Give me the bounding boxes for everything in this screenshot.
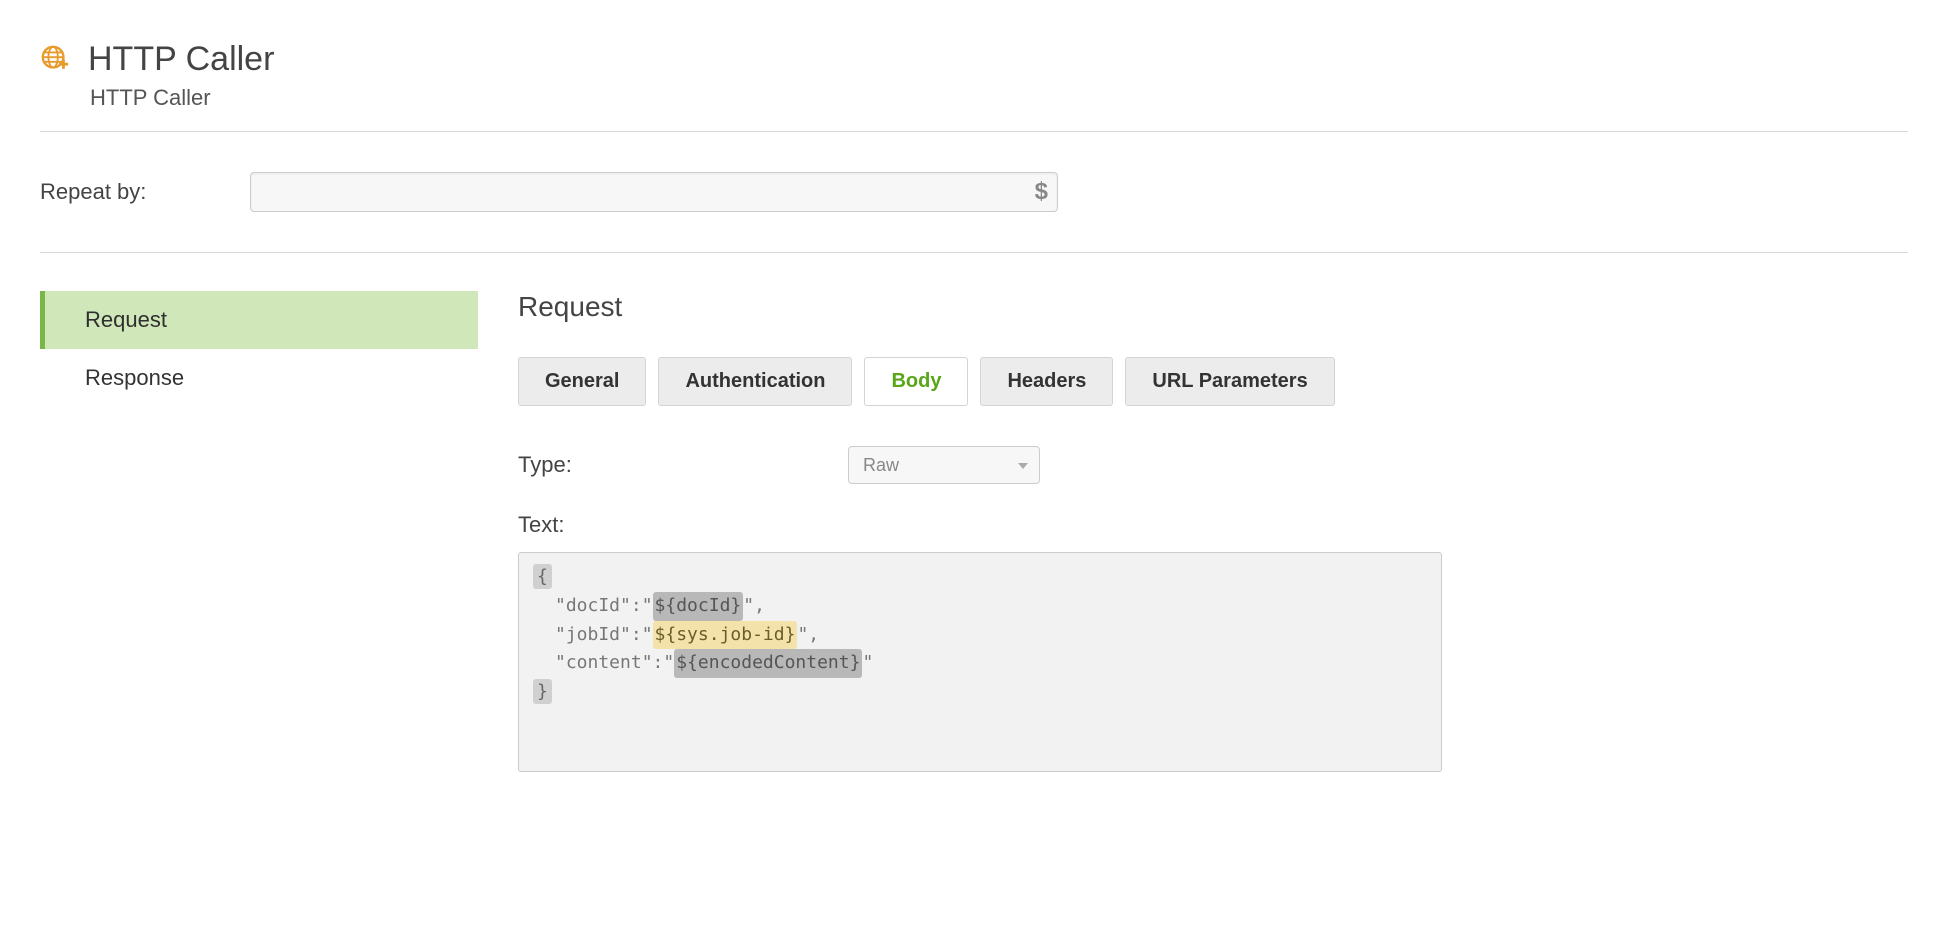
sidebar: Request Response [40, 291, 478, 772]
code-key: "content":" [555, 652, 674, 673]
http-caller-icon [40, 40, 70, 79]
sidebar-item-request[interactable]: Request [40, 291, 478, 349]
tab-authentication[interactable]: Authentication [658, 357, 852, 406]
code-key: "jobId":" [555, 624, 653, 645]
code-key: "docId":" [555, 595, 653, 616]
variable-chip-docid: ${docId} [653, 592, 744, 621]
body-text-editor[interactable]: { "docId":"${docId}", "jobId":"${sys.job… [518, 552, 1442, 772]
brace-open: { [533, 564, 552, 589]
repeat-by-label: Repeat by: [40, 179, 220, 205]
variable-chip-encodedcontent: ${encodedContent} [674, 649, 862, 678]
page-subtitle: HTTP Caller [88, 85, 274, 111]
header-titles: HTTP Caller HTTP Caller [88, 40, 274, 111]
variable-chip-sys-job-id: ${sys.job-id} [653, 621, 798, 650]
content-panel: Request General Authentication Body Head… [518, 291, 1908, 772]
type-select[interactable]: Raw [848, 446, 1040, 484]
code-tail: ", [797, 624, 819, 645]
type-label: Type: [518, 452, 818, 478]
brace-close: } [533, 679, 552, 704]
repeat-by-input[interactable] [250, 172, 1058, 212]
tab-headers[interactable]: Headers [980, 357, 1113, 406]
repeat-by-input-wrap: $ [250, 172, 1058, 212]
page-title: HTTP Caller [88, 40, 274, 79]
variable-picker-icon[interactable]: $ [1035, 178, 1048, 206]
tab-body[interactable]: Body [864, 357, 968, 406]
sidebar-item-label: Response [85, 365, 184, 390]
code-tail: ", [743, 595, 765, 616]
sidebar-item-label: Request [85, 307, 167, 332]
tab-general[interactable]: General [518, 357, 646, 406]
code-tail: " [862, 652, 873, 673]
text-label: Text: [518, 512, 1908, 538]
tab-url-parameters[interactable]: URL Parameters [1125, 357, 1334, 406]
tabs: General Authentication Body Headers URL … [518, 357, 1908, 406]
repeat-by-row: Repeat by: $ [40, 132, 1908, 253]
main-split: Request Response Request General Authent… [40, 253, 1908, 772]
section-title: Request [518, 291, 1908, 323]
page-root: HTTP Caller HTTP Caller Repeat by: $ Req… [0, 0, 1948, 772]
type-select-wrap: Raw [848, 446, 1040, 484]
page-header: HTTP Caller HTTP Caller [40, 40, 1908, 132]
type-field-row: Type: Raw [518, 446, 1908, 484]
sidebar-item-response[interactable]: Response [40, 349, 478, 407]
